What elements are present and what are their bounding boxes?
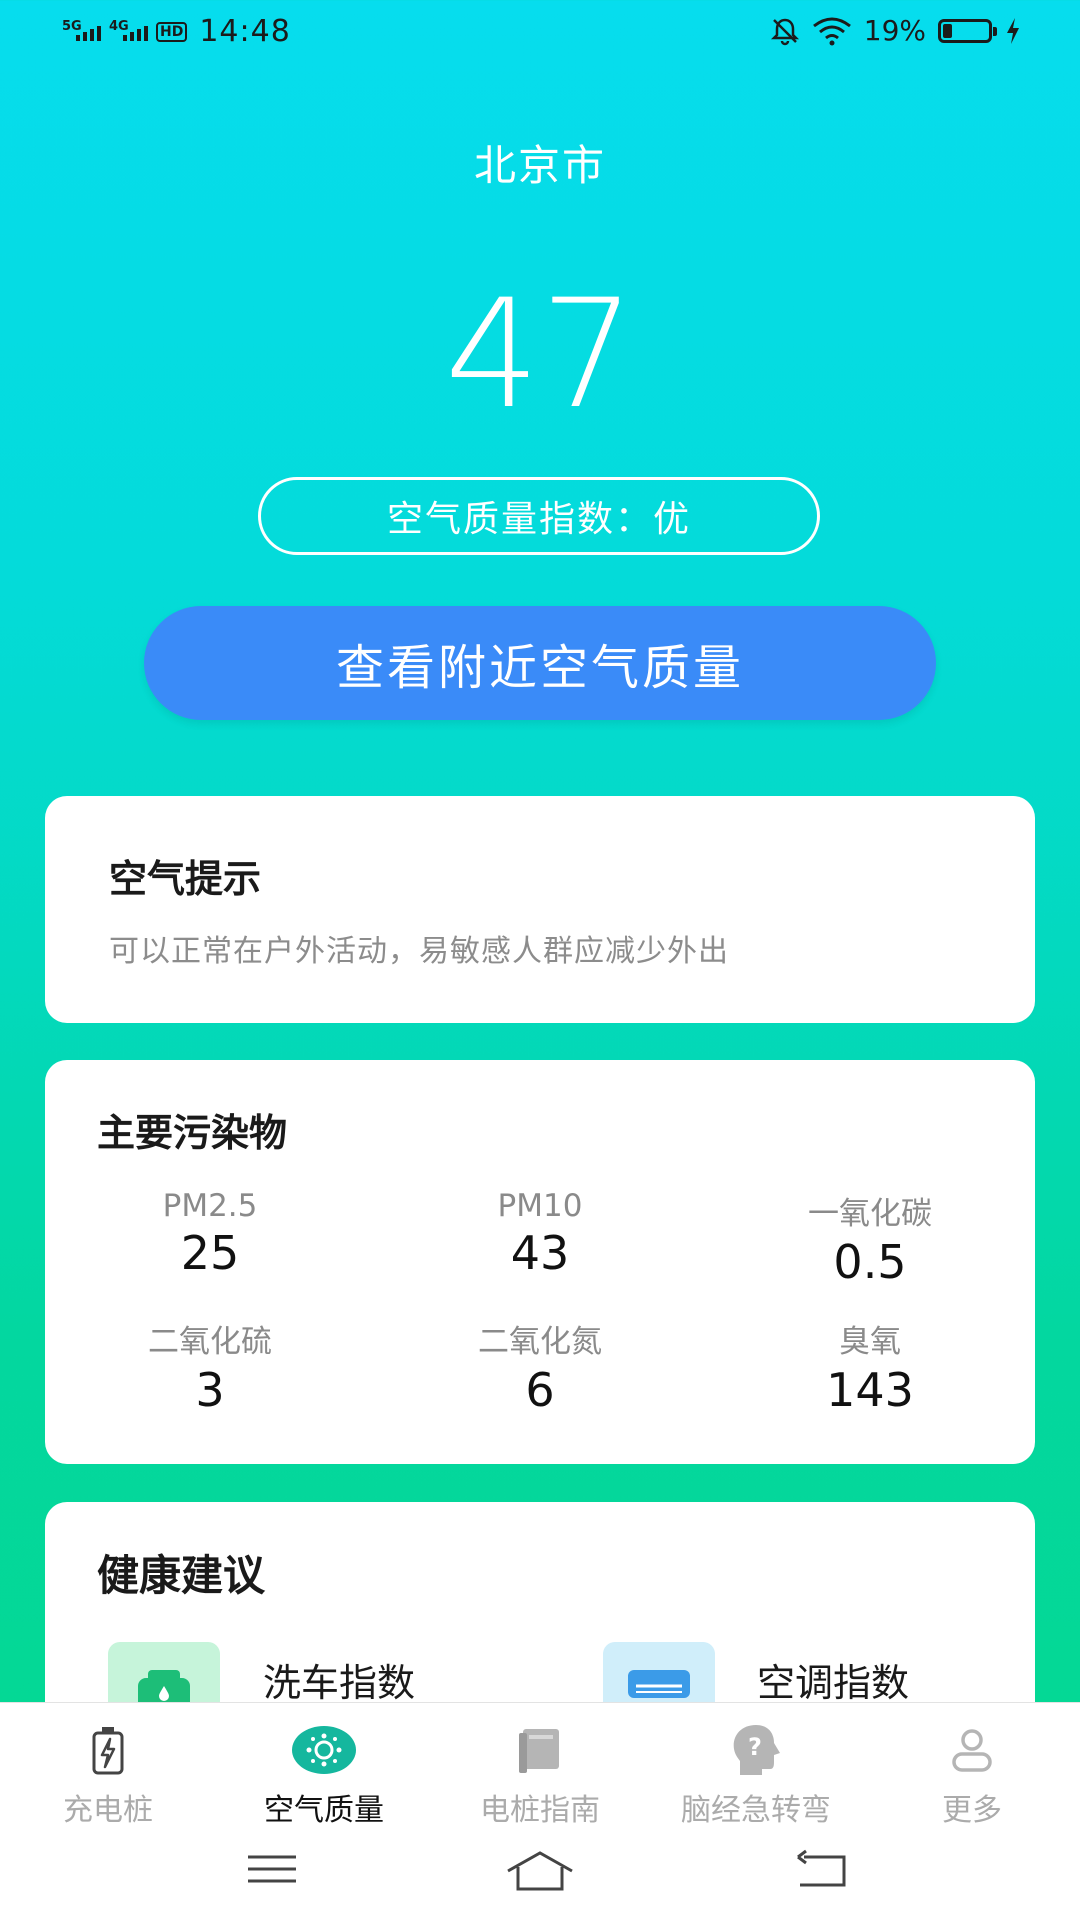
pollutants-title: 主要污染物 — [97, 1111, 288, 1155]
pollutant-so2: 二氧化硫 3 — [45, 1316, 375, 1417]
pollutant-ozone: 臭氧 143 — [705, 1316, 1035, 1417]
status-left: 5G 4G HD 14:48 — [62, 14, 291, 49]
air-tips-text: 可以正常在户外活动，易敏感人群应减少外出 — [109, 934, 729, 969]
charging-bolt-icon — [1007, 17, 1019, 44]
pollutant-name: 臭氧 — [839, 1324, 901, 1360]
status-right: 19% — [770, 14, 1022, 47]
menu-icon[interactable] — [246, 1849, 298, 1889]
pollutants-card: 主要污染物 PM2.5 25 PM10 43 一氧化碳 0.5 二氧化硫 3 二… — [45, 1060, 1035, 1464]
pollutant-no2: 二氧化氮 6 — [375, 1316, 705, 1417]
pollutant-co: 一氧化碳 0.5 — [705, 1188, 1035, 1289]
pollutant-name: 一氧化碳 — [808, 1196, 932, 1232]
book-icon — [519, 1729, 559, 1773]
back-icon[interactable] — [794, 1849, 850, 1889]
cellular-signal-icon: 5G — [62, 19, 101, 41]
battery-charging-icon — [92, 1727, 124, 1775]
pollutant-value: 43 — [510, 1226, 570, 1280]
tab-more[interactable]: 更多 — [864, 1723, 1080, 1829]
tab-label: 更多 — [942, 1793, 1002, 1828]
cellular-signal-icon-2: 4G — [109, 19, 148, 41]
home-icon[interactable] — [504, 1849, 576, 1893]
pollutant-value: 3 — [195, 1363, 225, 1417]
pollutant-name: PM2.5 — [162, 1188, 258, 1224]
tab-label: 空气质量 — [264, 1793, 384, 1828]
pollutant-value: 25 — [180, 1226, 240, 1280]
hd-voice-icon: HD — [156, 21, 188, 42]
tab-label: 电桩指南 — [480, 1793, 600, 1828]
pollutant-name: PM10 — [497, 1188, 583, 1224]
tab-label: 脑经急转弯 — [681, 1793, 831, 1828]
status-time: 14:48 — [199, 14, 291, 49]
wifi-icon — [812, 17, 851, 45]
tab-brain-teaser[interactable]: ? 脑经急转弯 — [648, 1723, 864, 1829]
svg-text:?: ? — [748, 1733, 762, 1761]
air-tips-card: 空气提示 可以正常在户外活动，易敏感人群应减少外出 — [45, 796, 1035, 1023]
tab-charging-pile[interactable]: 充电桩 — [0, 1723, 216, 1829]
city-name: 北京市 — [473, 141, 606, 190]
pollutant-name: 二氧化硫 — [148, 1324, 272, 1360]
silent-bell-icon — [770, 18, 799, 45]
view-nearby-air-quality-button[interactable]: 查看附近空气质量 — [144, 606, 936, 720]
air-tips-title: 空气提示 — [109, 857, 262, 901]
health-advice-title: 健康建议 — [97, 1551, 266, 1600]
battery-icon — [938, 18, 997, 43]
tab-pile-guide[interactable]: 电桩指南 — [432, 1723, 648, 1829]
battery-percent: 19% — [863, 14, 926, 47]
bottom-navigation: 充电桩 空气质量 电桩指南 ? 脑经急转弯 更多 — [0, 1702, 1080, 1921]
pollutant-pm10: PM10 43 — [375, 1188, 705, 1280]
pollutant-value: 143 — [826, 1363, 914, 1417]
question-head-icon: ? — [733, 1725, 780, 1775]
pollutant-value: 6 — [525, 1363, 555, 1417]
aqi-level-badge: 空气质量指数：优 — [258, 477, 820, 555]
ac-index-label[interactable]: 空调指数 — [757, 1652, 909, 1707]
pollutant-value: 0.5 — [833, 1235, 907, 1289]
status-bar: 5G 4G HD 14:48 19% — [0, 0, 1080, 64]
air-quality-icon — [292, 1726, 356, 1774]
car-wash-index-label[interactable]: 洗车指数 — [263, 1652, 415, 1707]
tab-air-quality[interactable]: 空气质量 — [216, 1723, 432, 1829]
aqi-value: 47 — [444, 268, 636, 442]
tab-label: 充电桩 — [63, 1793, 153, 1828]
pollutant-pm25: PM2.5 25 — [45, 1188, 375, 1280]
user-icon — [952, 1729, 992, 1772]
pollutant-name: 二氧化氮 — [478, 1324, 602, 1360]
